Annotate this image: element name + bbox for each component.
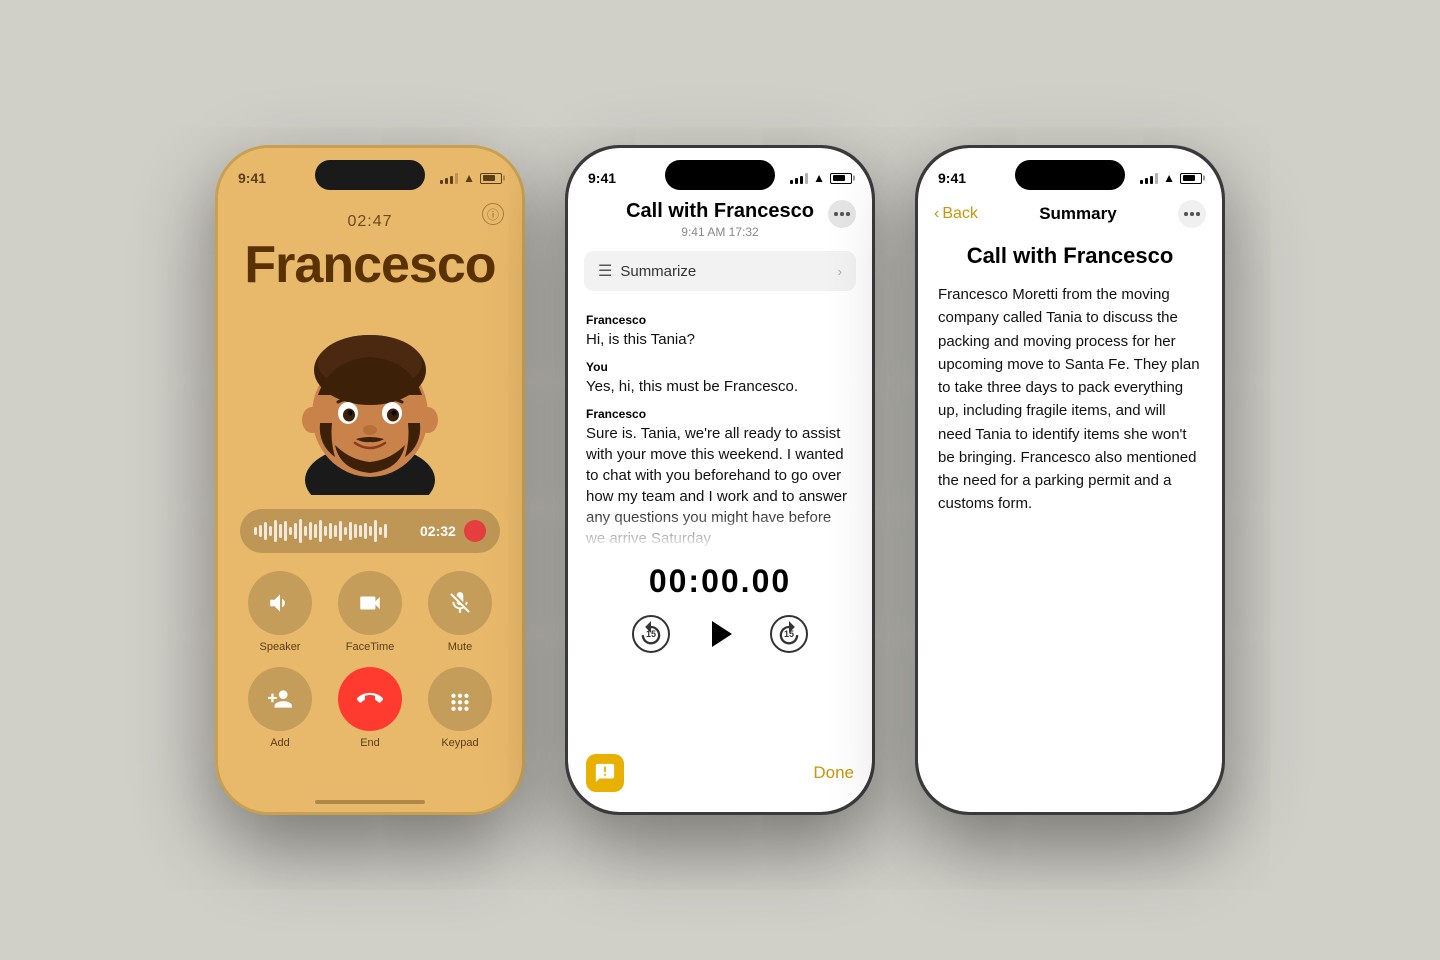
transcript-speaker-2: Francesco [586, 407, 854, 421]
dynamic-island-3 [1015, 160, 1125, 190]
mute-label: Mute [448, 641, 472, 653]
dynamic-island-1 [315, 160, 425, 190]
summarize-label: Summarize [620, 263, 696, 280]
speaker-button[interactable]: Speaker [242, 571, 318, 653]
status-icons-1: ▲ [440, 171, 502, 185]
summary-heading: Call with Francesco [938, 243, 1202, 269]
end-button[interactable]: End [332, 667, 408, 749]
play-button[interactable] [698, 612, 742, 656]
status-icons-3: ▲ [1140, 171, 1202, 185]
skip-back-label: 15 [646, 629, 656, 639]
phone2-footer: Done [568, 754, 872, 792]
skip-forward-label: 15 [784, 629, 794, 639]
end-icon [338, 667, 402, 731]
back-button[interactable]: ‹ Back [934, 205, 978, 223]
mute-button[interactable]: Mute [422, 571, 498, 653]
dynamic-island-2 [665, 160, 775, 190]
chat-icon-button[interactable] [586, 754, 624, 792]
play-icon [712, 621, 732, 647]
battery-icon-2 [830, 173, 852, 184]
wifi-icon-2: ▲ [813, 171, 825, 185]
status-time-3: 9:41 [938, 170, 966, 186]
waveform-bar: 02:32 [240, 509, 500, 553]
signal-icon-2 [790, 173, 808, 184]
back-chevron-icon: ‹ [934, 205, 939, 223]
summary-more-button[interactable] [1178, 200, 1206, 228]
add-label: Add [270, 737, 290, 749]
transcript-title: Call with Francesco [608, 200, 832, 223]
phone3-screen: 9:41 ▲ ‹ Back Summary [918, 148, 1222, 812]
transcript-item-2: Francesco Sure is. Tania, we're all read… [586, 407, 854, 549]
facetime-button[interactable]: FaceTime [332, 571, 408, 653]
phone-2-transcript: 9:41 ▲ Call with Francesco 9:41 AM 17:32 [565, 145, 875, 815]
summary-content: Call with Francesco Francesco Moretti fr… [918, 243, 1222, 792]
keypad-label: Keypad [441, 737, 478, 749]
transcript-line-1: Yes, hi, this must be Francesco. [586, 376, 854, 397]
phone2-screen: 9:41 ▲ Call with Francesco 9:41 AM 17:32 [568, 148, 872, 812]
avatar [280, 305, 460, 495]
transcript-item-0: Francesco Hi, is this Tania? [586, 313, 854, 350]
playback-controls: 15 15 [568, 612, 872, 656]
transcript-line-0: Hi, is this Tania? [586, 329, 854, 350]
video-icon [338, 571, 402, 635]
transcript-item-1: You Yes, hi, this must be Francesco. [586, 360, 854, 397]
wifi-icon-1: ▲ [463, 171, 475, 185]
phone-1-active-call: 9:41 ▲ ⓘ 02:47 Francesco [215, 145, 525, 815]
home-indicator-2 [665, 800, 775, 804]
phone-3-summary: 9:41 ▲ ‹ Back Summary [915, 145, 1225, 815]
status-time-1: 9:41 [238, 170, 266, 186]
waveform-time: 02:32 [420, 523, 456, 539]
record-dot [464, 520, 486, 542]
dots-icon-3 [1184, 212, 1200, 216]
transcript-line-2: Sure is. Tania, we're all ready to assis… [586, 423, 854, 549]
speaker-icon [248, 571, 312, 635]
mute-icon [428, 571, 492, 635]
info-icon[interactable]: ⓘ [482, 203, 504, 225]
keypad-icon [428, 667, 492, 731]
end-label: End [360, 737, 380, 749]
summary-nav-title: Summary [1039, 204, 1116, 224]
done-button[interactable]: Done [813, 763, 854, 783]
chevron-right-icon: › [838, 264, 842, 279]
home-indicator-3 [1015, 800, 1125, 804]
summarize-button[interactable]: ☰ Summarize › [584, 251, 856, 291]
add-icon [248, 667, 312, 731]
signal-icon-3 [1140, 173, 1158, 184]
call-timer: 02:47 [347, 213, 392, 231]
playback-timer: 00:00.00 [568, 563, 872, 600]
keypad-button[interactable]: Keypad [422, 667, 498, 749]
wifi-icon-3: ▲ [1163, 171, 1175, 185]
summary-nav: ‹ Back Summary [918, 200, 1222, 228]
waveform-visual [254, 519, 412, 543]
skip-forward-button[interactable]: 15 [770, 615, 808, 653]
phone1-content: 9:41 ▲ ⓘ 02:47 Francesco [218, 148, 522, 812]
playback-section: 00:00.00 15 15 [568, 563, 872, 656]
battery-icon-1 [480, 173, 502, 184]
add-button[interactable]: Add [242, 667, 318, 749]
home-indicator-1 [315, 800, 425, 804]
transcript-body: Francesco Hi, is this Tania? You Yes, hi… [568, 303, 872, 549]
more-button[interactable] [828, 200, 856, 228]
caller-name: Francesco [244, 235, 495, 295]
transcript-header: Call with Francesco 9:41 AM 17:32 [568, 200, 872, 239]
call-buttons-grid: Speaker FaceTime Mute Add [242, 571, 498, 749]
back-label: Back [942, 205, 978, 223]
transcript-speaker-0: Francesco [586, 313, 854, 327]
transcript-subtitle: 9:41 AM 17:32 [608, 225, 832, 239]
summarize-icon: ☰ [598, 261, 612, 281]
battery-icon-3 [1180, 173, 1202, 184]
speaker-label: Speaker [260, 641, 301, 653]
dots-icon [834, 212, 850, 216]
status-icons-2: ▲ [790, 171, 852, 185]
facetime-label: FaceTime [346, 641, 395, 653]
skip-back-button[interactable]: 15 [632, 615, 670, 653]
transcript-speaker-1: You [586, 360, 854, 374]
summary-text: Francesco Moretti from the moving compan… [938, 283, 1202, 516]
status-time-2: 9:41 [588, 170, 616, 186]
signal-icon-1 [440, 173, 458, 184]
